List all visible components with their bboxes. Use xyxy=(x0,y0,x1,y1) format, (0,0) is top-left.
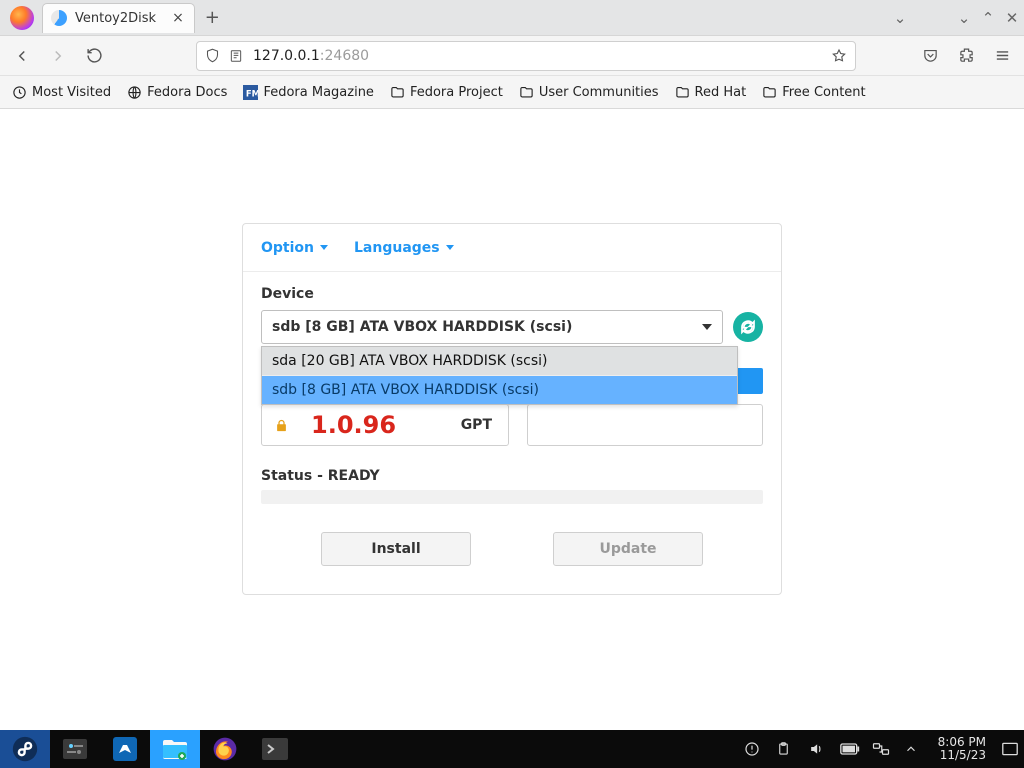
device-dropdown: sda [20 GB] ATA VBOX HARDDISK (scsi) sdb… xyxy=(261,346,738,405)
tray-battery-icon[interactable] xyxy=(840,743,858,755)
tab-strip: Ventoy2Disk × + ⌄ ⌄ ⌃ ✕ xyxy=(0,0,1024,36)
address-bar: 127.0.0.1:24680 xyxy=(0,36,1024,76)
status-text: Status - READY xyxy=(243,446,781,484)
device-select[interactable]: sdb [8 GB] ATA VBOX HARDDISK (scsi) xyxy=(261,310,723,344)
taskbar-fedora-menu[interactable] xyxy=(0,730,50,768)
firefox-icon xyxy=(10,6,34,30)
bookmark-most-visited[interactable]: Most Visited xyxy=(12,85,111,100)
nav-forward-button[interactable] xyxy=(46,44,70,68)
window-minimize-icon[interactable]: ⌄ xyxy=(952,9,976,27)
page-content: Option Languages Device sdb [8 GB] ATA V… xyxy=(0,109,1024,730)
device-refresh-button[interactable] xyxy=(733,312,763,342)
taskbar-terminal[interactable] xyxy=(250,730,300,768)
button-row: Install Update xyxy=(243,504,781,566)
extensions-icon[interactable] xyxy=(954,44,978,68)
device-label: Device xyxy=(261,286,763,302)
device-selected-text: sdb [8 GB] ATA VBOX HARDDISK (scsi) xyxy=(272,319,572,335)
device-section: Device sdb [8 GB] ATA VBOX HARDDISK (scs… xyxy=(243,272,781,344)
new-tab-button[interactable]: + xyxy=(205,7,220,28)
page-info-icon[interactable] xyxy=(229,49,245,63)
ventoy-version: 1.0.96 xyxy=(311,411,396,439)
install-button[interactable]: Install xyxy=(321,532,471,566)
menu-option[interactable]: Option xyxy=(261,240,328,256)
bookmarks-bar: Most Visited Fedora Docs FM Fedora Magaz… xyxy=(0,76,1024,109)
ventoy-card: Option Languages Device sdb [8 GB] ATA V… xyxy=(242,223,782,595)
ventoy-in-device-panel xyxy=(527,404,763,446)
ventoy-in-package-panel: 1.0.96 GPT xyxy=(261,404,509,446)
bookmark-star-icon[interactable] xyxy=(831,48,847,64)
taskbar-files[interactable] xyxy=(150,730,200,768)
bookmark-red-hat[interactable]: Red Hat xyxy=(675,85,747,100)
taskbar-show-desktop[interactable] xyxy=(996,730,1024,768)
pocket-icon[interactable] xyxy=(918,44,942,68)
tab-title: Ventoy2Disk xyxy=(75,11,156,26)
tray-expand-icon[interactable] xyxy=(904,742,922,756)
tab-close-icon[interactable]: × xyxy=(172,10,184,26)
taskbar-discover[interactable] xyxy=(100,730,150,768)
tray-clipboard-icon[interactable] xyxy=(776,741,794,757)
taskbar-settings[interactable] xyxy=(50,730,100,768)
nav-reload-button[interactable] xyxy=(82,44,106,68)
bookmark-free-content[interactable]: Free Content xyxy=(762,85,865,100)
tray-network-icon[interactable] xyxy=(872,742,890,756)
tab-favicon xyxy=(51,10,67,26)
clock-date: 11/5/23 xyxy=(938,749,986,762)
progress-bar xyxy=(261,490,763,504)
taskbar: 8:06 PM 11/5/23 xyxy=(0,730,1024,768)
bookmark-user-communities[interactable]: User Communities xyxy=(519,85,659,100)
bookmark-fedora-magazine[interactable]: FM Fedora Magazine xyxy=(243,85,374,100)
bookmark-fedora-project[interactable]: Fedora Project xyxy=(390,85,503,100)
tracking-shield-icon[interactable] xyxy=(205,48,221,63)
window-maximize-icon[interactable]: ⌃ xyxy=(976,9,1000,27)
window-close-icon[interactable]: ✕ xyxy=(1000,9,1024,27)
svg-text:FM: FM xyxy=(246,88,258,98)
caret-down-icon xyxy=(446,245,454,250)
system-tray xyxy=(734,741,932,757)
app-menu-icon[interactable] xyxy=(990,44,1014,68)
tabs-overflow-icon[interactable]: ⌄ xyxy=(888,9,912,27)
taskbar-clock[interactable]: 8:06 PM 11/5/23 xyxy=(932,736,996,762)
dropdown-caret-icon xyxy=(702,324,712,330)
device-option-sda[interactable]: sda [20 GB] ATA VBOX HARDDISK (scsi) xyxy=(262,347,737,375)
device-option-sdb[interactable]: sdb [8 GB] ATA VBOX HARDDISK (scsi) xyxy=(262,375,737,404)
partition-style: GPT xyxy=(461,417,492,433)
bookmark-fedora-docs[interactable]: Fedora Docs xyxy=(127,85,227,100)
secure-boot-lock-icon xyxy=(274,418,289,433)
menu-languages[interactable]: Languages xyxy=(354,240,454,256)
url-box[interactable]: 127.0.0.1:24680 xyxy=(196,41,856,71)
taskbar-firefox[interactable] xyxy=(200,730,250,768)
card-menu-bar: Option Languages xyxy=(243,224,781,272)
tray-update-icon[interactable] xyxy=(744,741,762,757)
tray-volume-icon[interactable] xyxy=(808,741,826,757)
caret-down-icon xyxy=(320,245,328,250)
browser-tab[interactable]: Ventoy2Disk × xyxy=(42,3,195,33)
url-text: 127.0.0.1:24680 xyxy=(253,48,823,64)
update-button[interactable]: Update xyxy=(553,532,703,566)
nav-back-button[interactable] xyxy=(10,44,34,68)
